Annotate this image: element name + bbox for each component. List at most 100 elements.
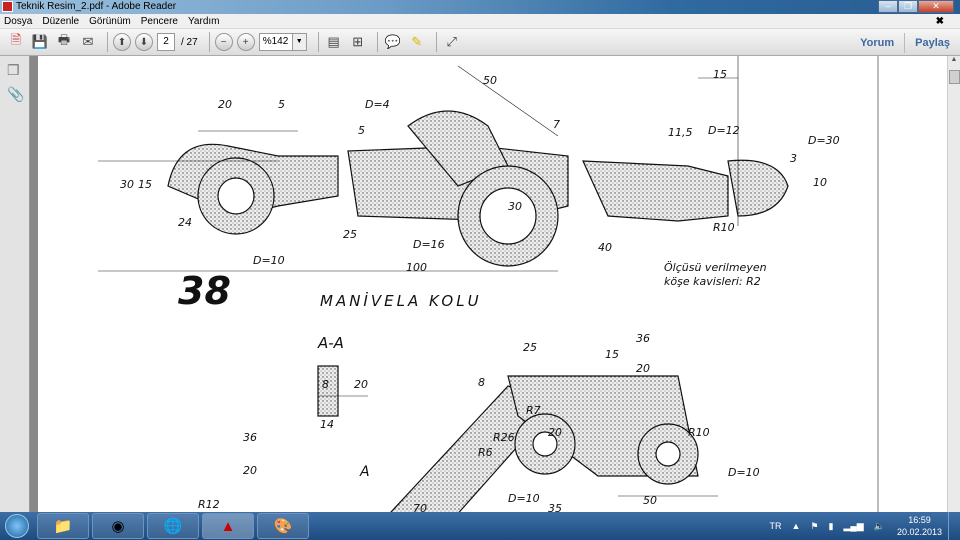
fit-page-icon[interactable]: ⊞ (348, 32, 368, 52)
menu-yardim[interactable]: Yardım (188, 16, 220, 27)
dim-label: 15 (713, 68, 727, 81)
explorer-taskbar-icon[interactable]: 📁 (37, 513, 89, 539)
section-marker: A (359, 464, 370, 480)
dim-label: R12 (198, 498, 220, 511)
window-title: Teknik Resim_2.pdf - Adobe Reader (16, 1, 177, 12)
show-desktop-button[interactable] (948, 512, 960, 540)
start-button[interactable] (0, 512, 34, 540)
dim-label: 30 (120, 178, 134, 191)
clock[interactable]: 16:59 20.02.2013 (897, 514, 942, 538)
minimize-button[interactable]: – (878, 0, 898, 13)
create-pdf-icon[interactable]: 🗎 (6, 32, 26, 52)
clock-time: 16:59 (908, 515, 931, 525)
dim-label: 11,5 (668, 126, 693, 139)
section-label: A-A (317, 334, 344, 352)
drawing-title: MANİVELA KOLU (320, 291, 482, 310)
show-hidden-icons[interactable]: ▲ (792, 521, 801, 531)
dim-label: 100 (406, 261, 427, 274)
note-line-2: köşe kavisleri: R2 (664, 275, 761, 288)
full-screen-icon[interactable]: ⤢ (442, 32, 462, 52)
clock-date: 20.02.2013 (896, 527, 942, 537)
menu-duzenle[interactable]: Düzenle (42, 16, 79, 27)
print-icon[interactable]: 🖶 (54, 32, 74, 52)
dim-label: 20 (636, 362, 650, 375)
highlight-icon[interactable]: ✎ (407, 32, 427, 52)
dim-label: 8 (322, 378, 329, 391)
dim-label: D=12 (708, 124, 740, 137)
document-area: 20 5 30 15 24 D=10 D=4 5 25 D=16 30 100 … (30, 56, 947, 512)
fit-width-icon[interactable]: ▤ (324, 32, 344, 52)
chrome-taskbar-icon[interactable]: ◉ (92, 513, 144, 539)
zoom-out-button[interactable]: − (214, 33, 233, 51)
pages-icon[interactable]: ❐ (7, 62, 23, 80)
dim-label: 25 (343, 228, 357, 241)
menu-dosya[interactable]: Dosya (4, 16, 32, 27)
share-button[interactable]: Paylaş (905, 37, 960, 49)
dim-label: 14 (320, 418, 334, 431)
close-document-icon[interactable]: ✖ (936, 16, 944, 27)
dim-label: 20 (354, 378, 368, 391)
dim-label: D=10 (253, 254, 285, 267)
email-icon[interactable]: ✉ (78, 32, 98, 52)
adobe-reader-taskbar-icon[interactable]: ▲ (202, 513, 254, 539)
dim-label: R7 (526, 404, 541, 417)
dim-label: D=10 (508, 492, 540, 505)
dim-label: 35 (548, 502, 562, 512)
menu-gorunum[interactable]: Görünüm (89, 16, 131, 27)
dim-label: D=4 (365, 98, 390, 111)
dim-label: 5 (278, 98, 285, 111)
zoom-dropdown[interactable]: ▼ (292, 33, 307, 51)
paint-taskbar-icon[interactable]: 🎨 (257, 513, 309, 539)
dim-label: 3 (790, 152, 797, 165)
dim-label: 20 (218, 98, 232, 111)
navigation-pane: ❐ 📎 (0, 56, 30, 512)
dim-label: R10 (713, 221, 735, 234)
action-center-icon[interactable]: ⚑ (810, 521, 818, 532)
dim-label: 30 (508, 200, 522, 213)
save-icon[interactable]: 💾 (30, 32, 50, 52)
language-indicator[interactable]: TR (770, 521, 782, 531)
taskbar: 📁 ◉ 🌐 ▲ 🎨 TR ▲ ⚑ ▮ ▂▄▆ 🔈 16:59 20.02.201… (0, 512, 960, 540)
dim-label: 7 (553, 118, 560, 131)
comment-button[interactable]: Yorum (850, 37, 904, 49)
power-icon[interactable]: ▮ (829, 521, 834, 532)
page-total: / 27 (181, 36, 198, 48)
previous-page-button[interactable]: ⬆ (113, 33, 131, 51)
download-manager-taskbar-icon[interactable]: 🌐 (147, 513, 199, 539)
technical-drawing: 20 5 30 15 24 D=10 D=4 5 25 D=16 30 100 … (98, 56, 879, 512)
dim-label: R6 (478, 446, 493, 459)
dim-label: 20 (548, 426, 562, 439)
vertical-scrollbar[interactable]: ▲ (947, 56, 960, 512)
zoom-in-button[interactable]: + (236, 33, 255, 51)
menu-bar: Dosya Düzenle Görünüm Pencere Yardım ✖ (0, 14, 960, 29)
volume-icon[interactable]: 🔈 (874, 521, 885, 532)
pdf-page: 20 5 30 15 24 D=10 D=4 5 25 D=16 30 100 … (38, 56, 947, 512)
next-page-button[interactable]: ⬇ (135, 33, 153, 51)
dim-label: 20 (243, 464, 257, 477)
dim-label: 40 (598, 241, 612, 254)
dim-label: 70 (413, 502, 427, 512)
network-icon[interactable]: ▂▄▆ (844, 521, 864, 532)
dim-label: 10 (813, 176, 827, 189)
dim-label: D=10 (728, 466, 760, 479)
zoom-input[interactable]: %142 (258, 33, 293, 51)
page-number-input[interactable]: 2 (157, 33, 175, 51)
adobe-reader-icon (2, 1, 13, 12)
title-bar: Teknik Resim_2.pdf - Adobe Reader – ❐ ✕ (0, 0, 960, 14)
sticky-note-icon[interactable]: 💬 (383, 32, 403, 52)
dim-label: D=16 (413, 238, 445, 251)
dim-label: 8 (478, 376, 485, 389)
maximize-button[interactable]: ❐ (898, 0, 918, 13)
dim-label: R26 (493, 431, 515, 444)
dim-label: 50 (483, 74, 497, 87)
dim-label: 50 (643, 494, 657, 507)
dim-label: 15 (605, 348, 619, 361)
menu-pencere[interactable]: Pencere (141, 16, 178, 27)
dim-label: 36 (243, 431, 257, 444)
note-line-1: Ölçüsü verilmeyen (664, 261, 767, 274)
attachments-icon[interactable]: 📎 (7, 86, 24, 104)
dim-label: 15 (138, 178, 152, 191)
dim-label: 36 (636, 332, 650, 345)
exercise-number: 38 (178, 269, 231, 313)
close-button[interactable]: ✕ (918, 0, 954, 13)
